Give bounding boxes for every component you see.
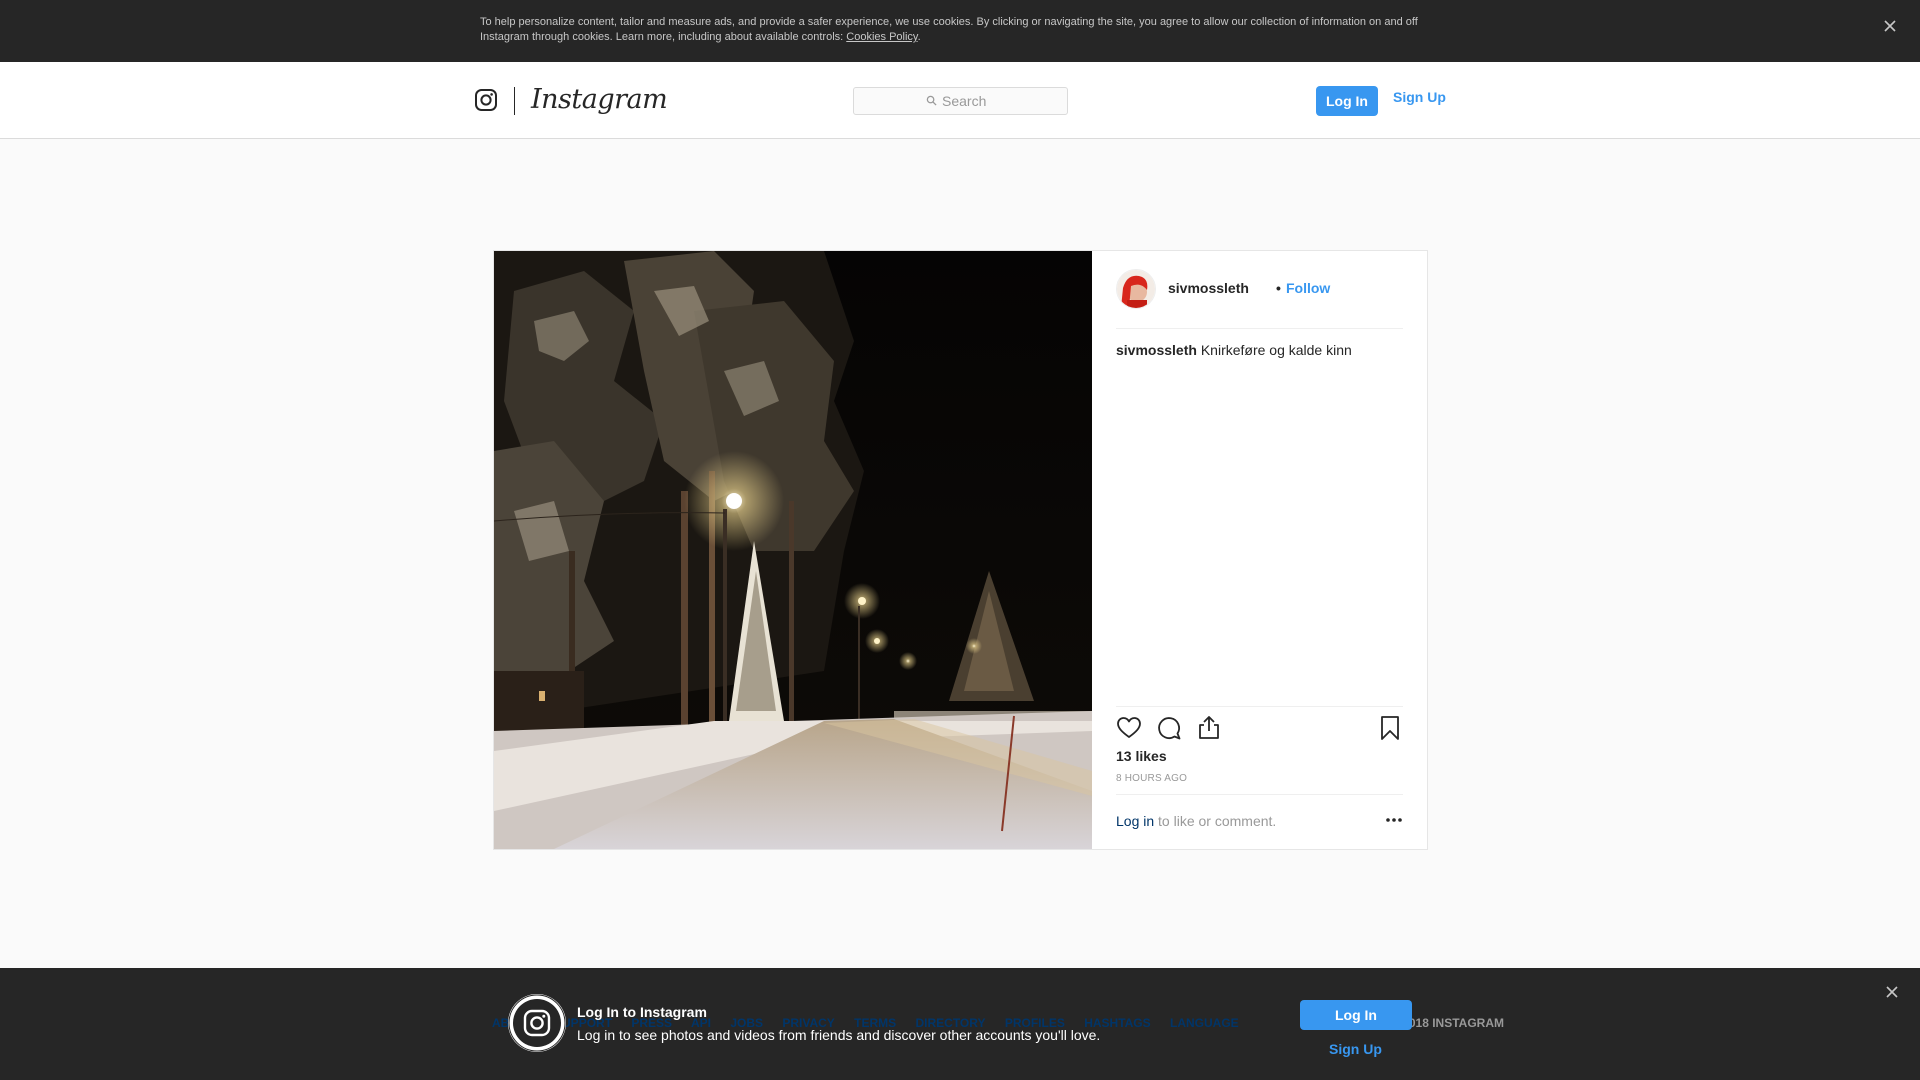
comment-suffix: to like or comment. <box>1154 813 1277 829</box>
nav-signup-link[interactable]: Sign Up <box>1393 89 1446 105</box>
instagram-wordmark[interactable]: Instagram <box>531 84 668 115</box>
cookie-text: To help personalize content, tailor and … <box>480 15 1440 45</box>
footer-link-language[interactable]: LANGUAGE <box>1170 1016 1239 1030</box>
top-nav: Instagram Log In Sign Up <box>0 62 1920 139</box>
night-winter-road-image <box>494 251 1092 849</box>
share-icon[interactable] <box>1196 715 1222 741</box>
search-input[interactable] <box>854 88 1067 114</box>
likes-count[interactable]: 13 likes <box>1116 748 1167 764</box>
cookies-policy-link[interactable]: Cookies Policy <box>846 31 917 43</box>
login-bar-login-button[interactable]: Log In <box>1300 1000 1412 1030</box>
post-photo[interactable] <box>494 251 1092 849</box>
close-icon[interactable] <box>1880 16 1900 36</box>
more-options-icon[interactable] <box>1385 817 1403 823</box>
close-icon[interactable] <box>1884 984 1900 1000</box>
post-header: sivmossleth • Follow <box>1116 269 1403 329</box>
post-username[interactable]: sivmossleth <box>1168 280 1249 296</box>
post-time[interactable]: 8 HOURS AGO <box>1116 773 1187 784</box>
post-card: sivmossleth • Follow sivmossleth Knirkef… <box>493 250 1428 850</box>
follow-button[interactable]: Follow <box>1286 280 1330 296</box>
search-box[interactable] <box>853 87 1068 115</box>
cookie-suffix: . <box>917 31 921 43</box>
search-icon <box>926 95 937 106</box>
login-bar-title: Log In to Instagram <box>577 1004 707 1020</box>
avatar[interactable] <box>1116 269 1156 309</box>
cookie-banner: To help personalize content, tailor and … <box>0 0 1920 62</box>
post-caption: sivmossleth Knirkeføre og kalde kinn <box>1116 341 1403 359</box>
instagram-app-icon <box>508 994 566 1052</box>
instagram-glyph-icon[interactable] <box>474 88 498 112</box>
post-sidebar: sivmossleth • Follow sivmossleth Knirkef… <box>1092 251 1427 849</box>
nav-login-button[interactable]: Log In <box>1316 86 1378 116</box>
login-bar: ABOUT SUPPORT PRESS API JOBS PRIVACY TER… <box>0 968 1920 1080</box>
bookmark-icon[interactable] <box>1377 715 1403 741</box>
caption-username[interactable]: sivmossleth <box>1116 342 1197 358</box>
heart-icon[interactable] <box>1116 715 1142 741</box>
actions-divider <box>1116 706 1403 707</box>
comment-bar: Log in to like or comment. <box>1116 794 1403 849</box>
nav-divider <box>514 87 515 115</box>
login-bar-signup-link[interactable]: Sign Up <box>1329 1041 1382 1057</box>
caption-text: Knirkeføre og kalde kinn <box>1200 342 1352 358</box>
comment-icon[interactable] <box>1156 715 1182 741</box>
comment-login-link[interactable]: Log in <box>1116 813 1154 829</box>
comment-prompt: Log in to like or comment. <box>1116 813 1276 829</box>
separator-dot: • <box>1276 280 1281 296</box>
login-bar-description: Log in to see photos and videos from fri… <box>577 1027 1101 1043</box>
cookie-message: To help personalize content, tailor and … <box>480 16 1418 43</box>
